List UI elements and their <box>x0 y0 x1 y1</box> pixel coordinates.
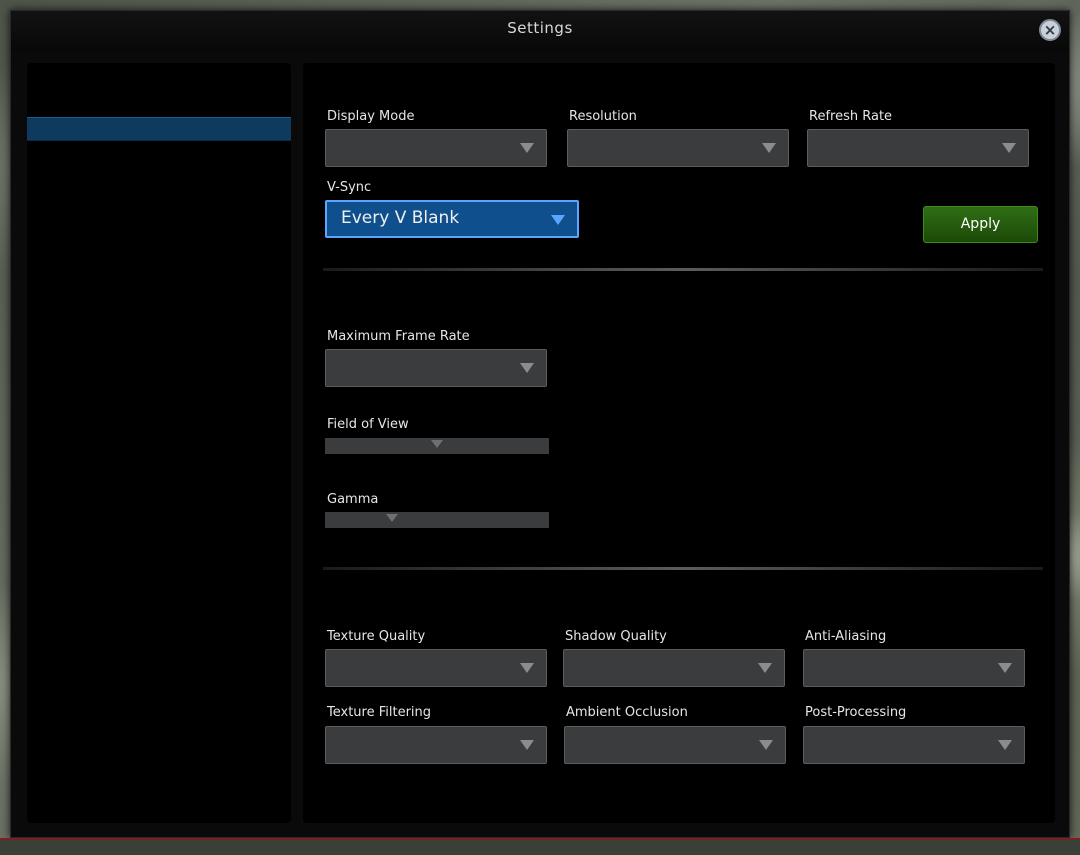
display-mode-dropdown[interactable] <box>325 129 547 167</box>
divider <box>323 567 1043 570</box>
texture-quality-dropdown[interactable] <box>325 649 547 687</box>
divider <box>323 268 1043 271</box>
close-icon: × <box>1043 21 1057 39</box>
vsync-dropdown[interactable]: Every V Blank <box>325 200 579 238</box>
ambient-occlusion-label: Ambient Occlusion <box>566 705 688 720</box>
vsync-value: Every V Blank <box>341 208 460 228</box>
chevron-down-icon <box>520 363 534 373</box>
close-button[interactable]: × <box>1039 19 1061 41</box>
settings-dialog: Settings × Display Mode Resolution Refre… <box>10 10 1070 838</box>
gamma-label: Gamma <box>327 492 379 507</box>
chevron-down-icon <box>998 740 1012 750</box>
vsync-label: V-Sync <box>327 180 372 195</box>
texture-filtering-dropdown[interactable] <box>325 726 547 764</box>
apply-button[interactable]: Apply <box>923 206 1038 243</box>
fov-label: Field of View <box>327 417 409 432</box>
title-bar: Settings × <box>11 11 1069 51</box>
chevron-down-icon <box>520 143 534 153</box>
max-frame-rate-dropdown[interactable] <box>325 349 547 387</box>
post-processing-dropdown[interactable] <box>803 726 1025 764</box>
max-frame-rate-label: Maximum Frame Rate <box>327 329 470 344</box>
anti-aliasing-label: Anti-Aliasing <box>805 629 887 644</box>
resolution-label: Resolution <box>569 109 637 124</box>
chevron-down-icon <box>551 215 565 225</box>
sidebar-item-selected[interactable] <box>27 117 291 141</box>
chevron-down-icon <box>1002 143 1016 153</box>
sidebar <box>27 63 291 823</box>
ambient-occlusion-dropdown[interactable] <box>564 726 786 764</box>
fov-slider[interactable] <box>325 438 549 454</box>
refresh-rate-label: Refresh Rate <box>809 109 893 124</box>
bottom-bar <box>0 838 1080 855</box>
chevron-down-icon <box>520 663 534 673</box>
window-title: Settings <box>507 19 573 37</box>
slider-handle[interactable] <box>386 514 398 522</box>
gamma-slider[interactable] <box>325 512 549 528</box>
settings-panel: Display Mode Resolution Refresh Rate V-S… <box>303 63 1055 823</box>
display-mode-label: Display Mode <box>327 109 415 124</box>
refresh-rate-dropdown[interactable] <box>807 129 1029 167</box>
resolution-dropdown[interactable] <box>567 129 789 167</box>
shadow-quality-label: Shadow Quality <box>565 629 667 644</box>
texture-filtering-label: Texture Filtering <box>327 705 432 720</box>
anti-aliasing-dropdown[interactable] <box>803 649 1025 687</box>
texture-quality-label: Texture Quality <box>327 629 426 644</box>
chevron-down-icon <box>762 143 776 153</box>
chevron-down-icon <box>998 663 1012 673</box>
shadow-quality-dropdown[interactable] <box>563 649 785 687</box>
chevron-down-icon <box>759 740 773 750</box>
slider-handle[interactable] <box>431 440 443 448</box>
chevron-down-icon <box>520 740 534 750</box>
chevron-down-icon <box>758 663 772 673</box>
post-processing-label: Post-Processing <box>805 705 907 720</box>
